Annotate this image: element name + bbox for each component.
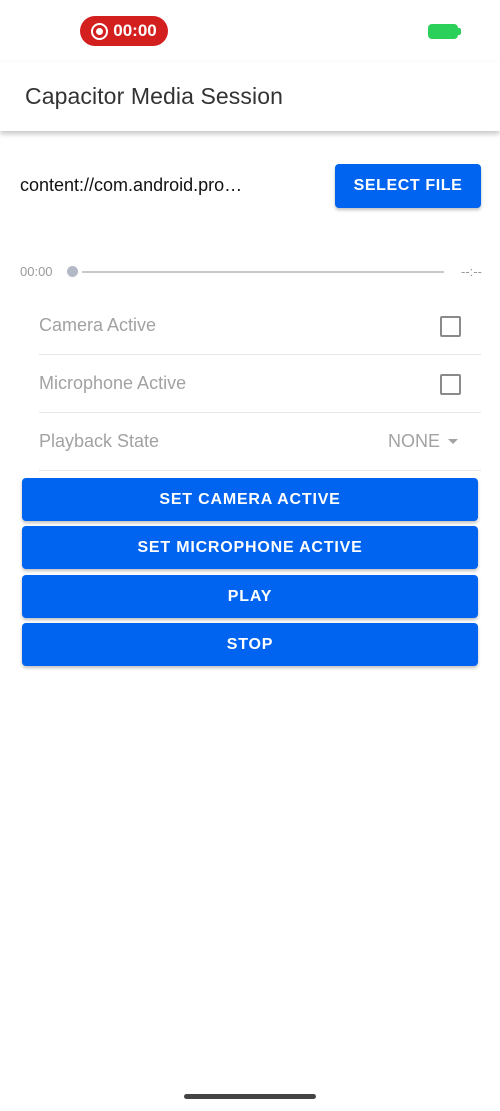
chevron-down-icon <box>448 439 458 444</box>
app-screen: 00:00 Capacitor Media Session content://… <box>0 0 500 1111</box>
app-bar: Capacitor Media Session <box>0 62 500 131</box>
file-row: content://com.android.pro… SELECT FILE <box>0 164 500 208</box>
microphone-active-label: Microphone Active <box>39 373 187 393</box>
status-bar: 00:00 <box>0 0 500 62</box>
home-indicator[interactable] <box>184 1094 316 1099</box>
seek-track[interactable] <box>82 271 444 273</box>
list-item-microphone-active: Microphone Active <box>39 355 481 413</box>
recording-time: 00:00 <box>113 21 157 40</box>
playback-state-label: Playback State <box>39 431 160 451</box>
set-camera-active-button[interactable]: SET CAMERA ACTIVE <box>22 478 478 521</box>
file-path-text: content://com.android.pro… <box>20 175 243 195</box>
microphone-active-checkbox[interactable] <box>440 374 461 395</box>
battery-icon <box>428 24 461 39</box>
playback-state-value: NONE <box>387 431 440 451</box>
select-file-button[interactable]: SELECT FILE <box>335 164 481 208</box>
camera-active-label: Camera Active <box>39 315 157 335</box>
camera-active-checkbox[interactable] <box>440 316 461 337</box>
screen-recording-indicator[interactable]: 00:00 <box>80 16 168 46</box>
playback-state-select[interactable]: NONE <box>388 431 458 452</box>
stop-button[interactable]: STOP <box>22 623 478 666</box>
record-icon <box>91 22 109 40</box>
set-microphone-active-button[interactable]: SET MICROPHONE ACTIVE <box>22 526 478 569</box>
play-button[interactable]: PLAY <box>22 575 478 618</box>
seek-thumb[interactable] <box>67 266 78 277</box>
duration-time: --:-- <box>461 264 482 279</box>
list-item-playback-state: Playback State NONE <box>39 413 481 471</box>
page-title: Capacitor Media Session <box>25 83 283 109</box>
seek-bar: 00:00 --:-- <box>0 262 500 282</box>
current-time: 00:00 <box>20 264 53 279</box>
list-item-camera-active: Camera Active <box>39 297 481 355</box>
